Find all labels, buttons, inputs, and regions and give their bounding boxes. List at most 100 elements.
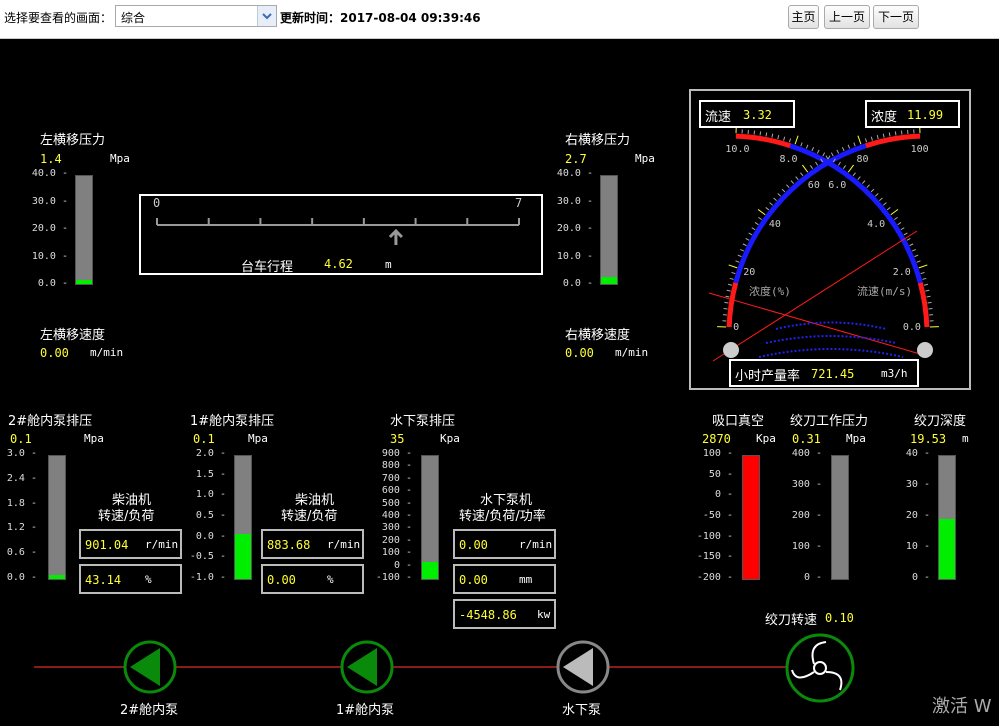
pump-2-label: 2#舱内泵	[120, 703, 179, 718]
gauge-tick-label: 0.0	[902, 321, 921, 333]
left-traverse-pressure-fill	[76, 280, 92, 284]
right-traverse-pressure-fill	[601, 276, 617, 284]
production-rate-unit: m3/h	[881, 367, 908, 380]
pump1-discharge-fill	[235, 533, 251, 579]
suction-vacuum-unit: Kpa	[756, 432, 776, 445]
tick-label: -100 -	[696, 530, 733, 542]
right-traverse-pressure-value: 2.7	[565, 152, 587, 166]
home-button[interactable]: 主页	[788, 5, 819, 29]
underwater-pump-icon	[556, 640, 610, 694]
trolley-travel-value: 4.62	[324, 257, 353, 271]
diesel2-subtitle: 转速/负荷	[98, 509, 155, 524]
left-traverse-pressure-unit: Mpa	[110, 152, 130, 165]
cutter-pressure-title: 绞刀工作压力	[790, 414, 869, 429]
trolley-travel-panel: 0 7 台车行程 4.62 m	[139, 194, 543, 275]
chevron-down-icon[interactable]	[257, 6, 276, 26]
diesel1-load-value: 0.00	[267, 573, 296, 587]
tick-label: 700 -	[381, 472, 412, 484]
cutter-depth-fill	[939, 518, 955, 579]
tick-label: 1.0 -	[195, 489, 226, 501]
tick-label: 2.4 -	[6, 472, 37, 484]
suction-vacuum-value: 2870	[702, 432, 731, 446]
underwater-pump-subtitle: 转速/负荷/功率	[459, 509, 546, 524]
underwater-pump-rpm-value: 0.00	[459, 538, 488, 552]
diesel1-load-box: 0.00 %	[261, 564, 364, 594]
gauge-tick-label: 20	[743, 267, 756, 279]
suction-vacuum-fill	[743, 456, 759, 579]
concentration-readout-value: 11.99	[907, 108, 944, 122]
tick-label: 40.0 -	[556, 168, 593, 179]
view-select[interactable]: 综合	[115, 5, 277, 27]
gauge-tick-label: 100	[910, 144, 929, 156]
diesel2-load-value: 43.14	[85, 573, 122, 587]
tick-label: 50 -	[708, 468, 733, 480]
tick-label: 40 -	[905, 448, 930, 459]
gauge-left-pivot-icon	[723, 342, 739, 358]
underwater-pump-load-value: 0.00	[459, 573, 488, 587]
tick-label: 100 -	[791, 541, 822, 552]
tick-label: 1.8 -	[6, 497, 37, 509]
cutter-speed-label: 绞刀转速	[765, 613, 818, 628]
gauge-tick-label: 2.0	[892, 267, 911, 279]
tick-label: 0.0 -	[37, 278, 68, 289]
diesel2-rpm-box: 901.04 r/min	[79, 529, 182, 559]
left-traverse-speed-value: 0.00	[40, 346, 69, 360]
tick-label: 900 -	[381, 448, 412, 459]
diesel1-subtitle: 转速/负荷	[281, 509, 338, 524]
underwater-pump-label: 水下泵	[562, 703, 602, 718]
diesel2-rpm-value: 901.04	[85, 538, 129, 552]
underwater-pump-rpm-box: 0.00 r/min	[453, 529, 556, 559]
underwater-discharge-bar	[421, 455, 439, 580]
tick-label: -0.5 -	[189, 551, 226, 563]
diesel1-rpm-unit: r/min	[327, 538, 361, 551]
pump-1-label: 1#舱内泵	[336, 703, 395, 718]
underwater-pump-rpm-unit: r/min	[519, 538, 553, 551]
next-page-button[interactable]: 下一页	[873, 5, 919, 29]
right-traverse-speed-value: 0.00	[565, 346, 594, 360]
diesel1-rpm-value: 883.68	[267, 538, 311, 552]
underwater-pump-power-value: -4548.86	[459, 608, 517, 622]
prev-page-button[interactable]: 上一页	[824, 5, 870, 29]
tick-label: 3.0 -	[6, 448, 37, 459]
tick-label: -150 -	[696, 551, 733, 563]
cutter-pressure-unit: Mpa	[846, 432, 866, 445]
concentration-axis-label: 浓度(%)	[749, 285, 791, 298]
tick-label: 20.0 -	[31, 223, 68, 234]
tick-label: 0.0 -	[6, 572, 37, 583]
tick-label: 300 -	[791, 479, 822, 490]
tick-label: 1.2 -	[6, 522, 37, 534]
pump1-discharge-value: 0.1	[193, 432, 215, 446]
view-select-value: 综合	[121, 11, 146, 25]
tick-label: 100 -	[381, 547, 412, 559]
suction-vacuum-title: 吸口真空	[712, 414, 765, 429]
tick-label: 0.0 -	[195, 530, 226, 542]
cutter-depth-title: 绞刀深度	[914, 414, 967, 429]
pump2-discharge-title: 2#舱内泵排压	[8, 414, 93, 429]
underwater-pump-load-box: 0.00 mm	[453, 564, 556, 594]
tick-label: 20 -	[905, 510, 930, 521]
tick-label: -100 -	[375, 572, 412, 583]
cutter-pressure-value: 0.31	[792, 432, 821, 446]
production-rate-readout: 小时产量率 721.45 m3/h	[729, 359, 919, 387]
top-toolbar: 选择要查看的画面： 综合 更新时间：2017-08-04 09:39:46 主页…	[0, 0, 999, 39]
gauge-tick-label: 8.0	[779, 154, 798, 166]
cutter-depth-unit: m	[962, 432, 969, 445]
tick-label: -1.0 -	[189, 572, 226, 583]
tick-label: 10.0 -	[31, 250, 68, 262]
tick-label: -200 -	[696, 572, 733, 583]
tick-label: 30.0 -	[31, 195, 68, 207]
production-rate-value: 721.45	[811, 367, 855, 381]
cutter-pressure-bar	[831, 455, 849, 580]
update-time: 更新时间：2017-08-04 09:39:46	[280, 11, 481, 25]
pump-2-icon	[123, 640, 177, 694]
pump1-discharge-unit: Mpa	[248, 432, 268, 445]
right-traverse-pressure-title: 右横移压力	[565, 133, 631, 148]
tick-label: 400 -	[381, 510, 412, 521]
view-select-label: 选择要查看的画面：	[4, 11, 113, 25]
right-traverse-speed-unit: m/min	[615, 346, 649, 359]
pump2-discharge-fill	[49, 574, 65, 579]
underwater-discharge-fill	[422, 562, 438, 579]
diesel2-rpm-unit: r/min	[145, 538, 179, 551]
cutter-depth-value: 19.53	[910, 432, 947, 446]
flow-readout: 流速 3.32	[699, 100, 795, 128]
